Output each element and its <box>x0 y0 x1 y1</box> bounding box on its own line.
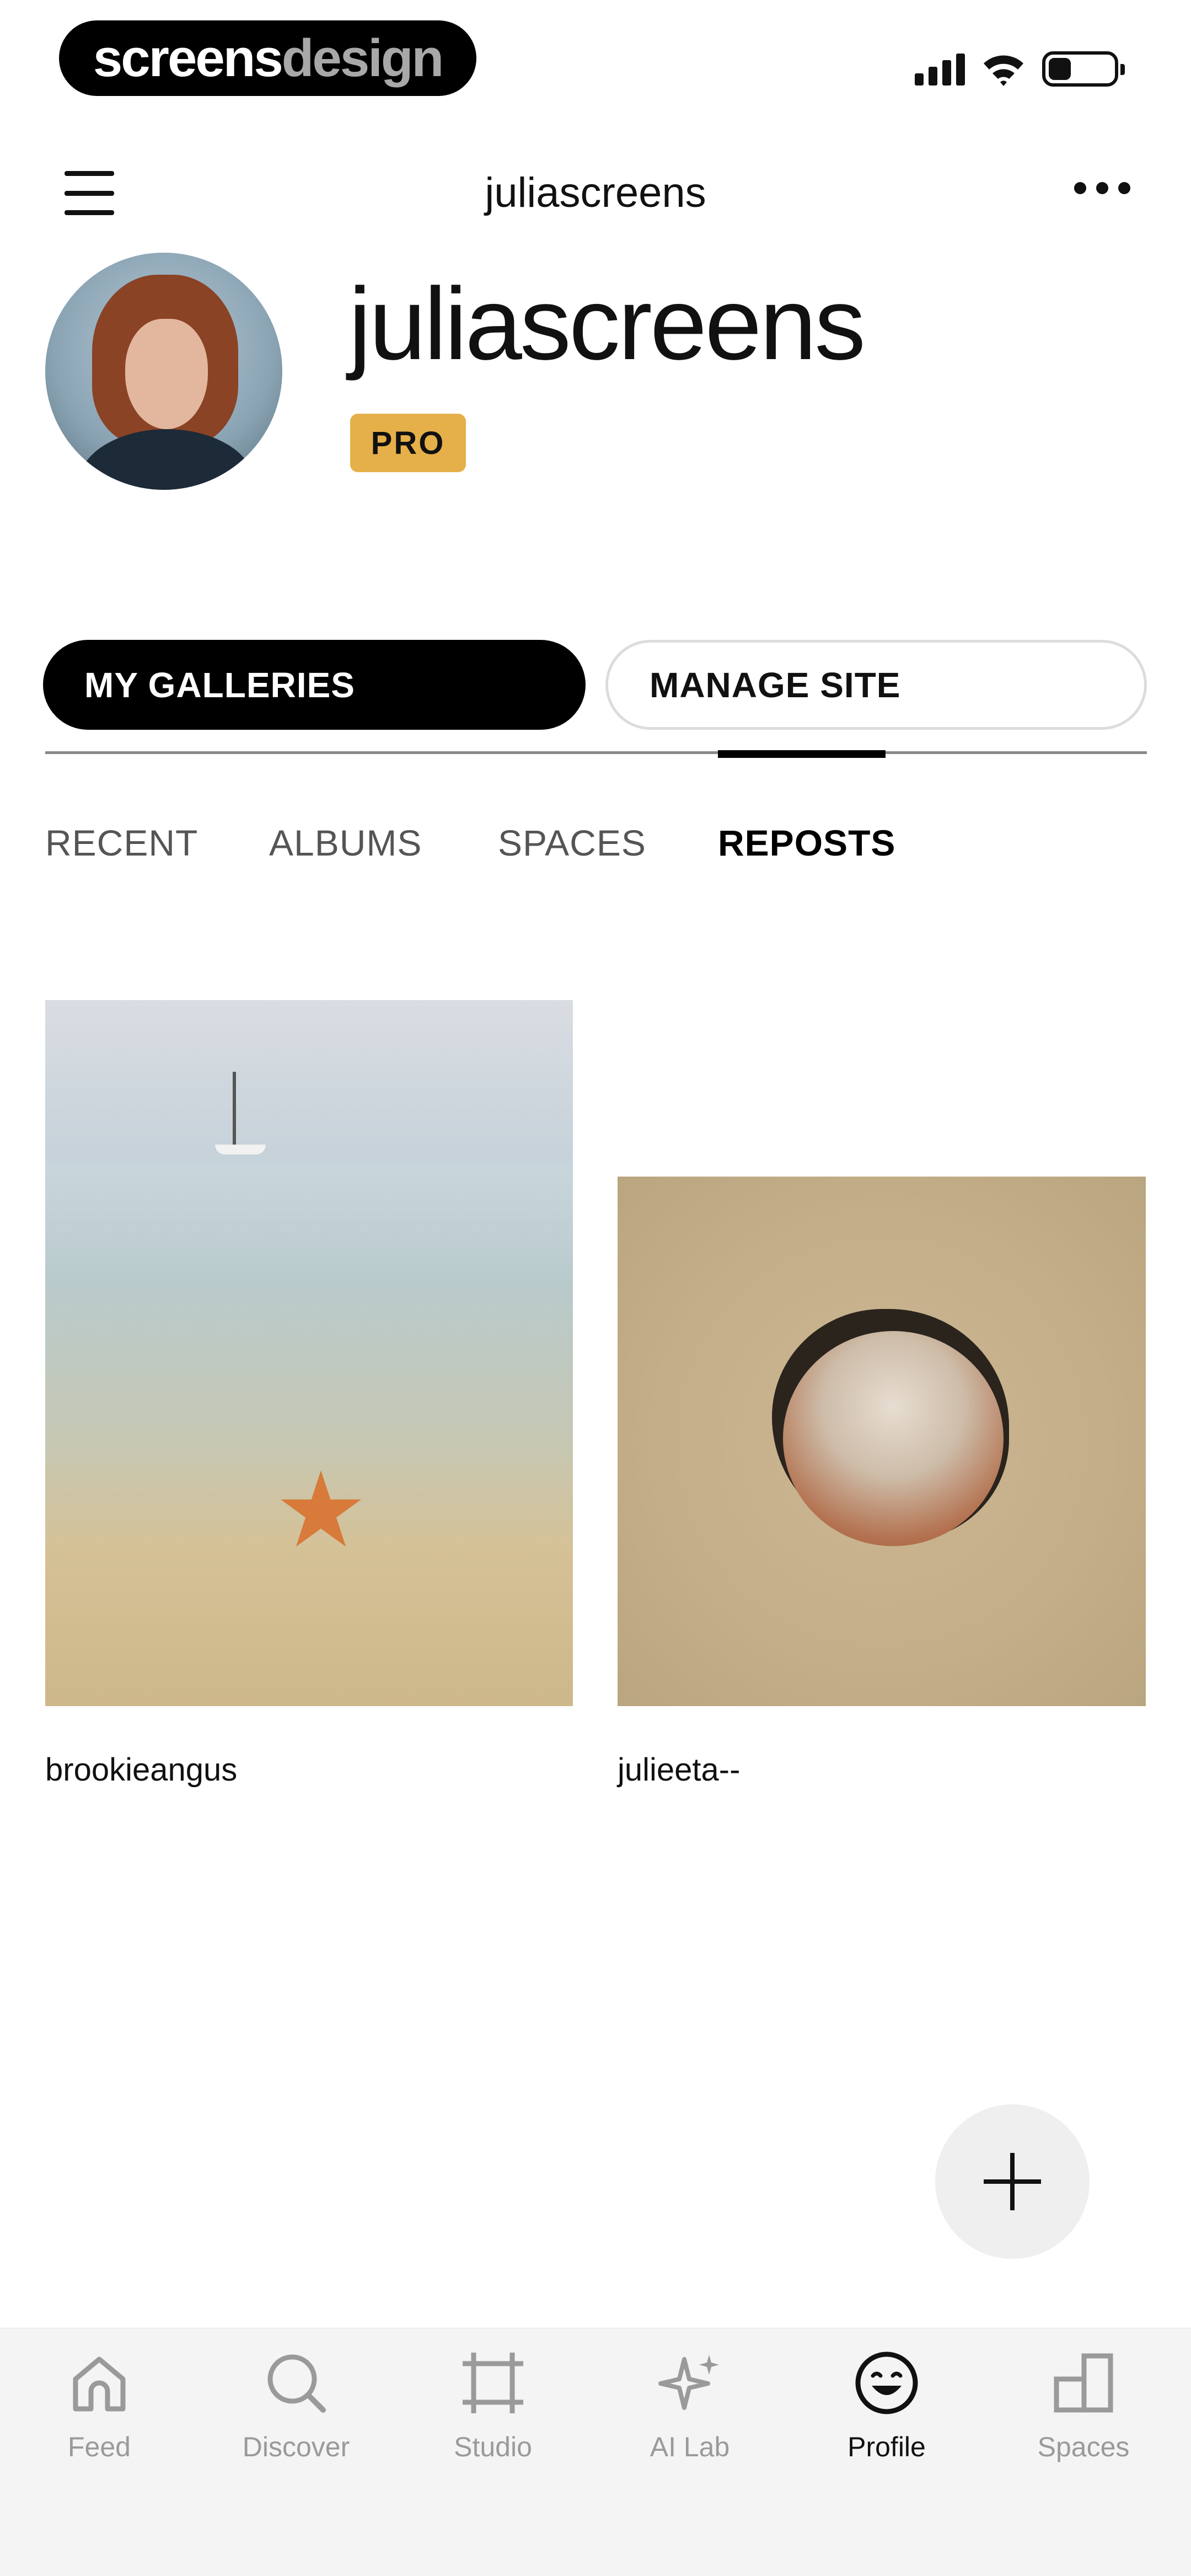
nav-profile[interactable]: Profile <box>804 2347 969 2463</box>
smiley-icon <box>855 2351 918 2414</box>
wifi-icon <box>984 55 1023 86</box>
photo-author-2[interactable]: julieeta-- <box>618 1751 740 1788</box>
photo-author-1[interactable]: brookieangus <box>45 1751 237 1788</box>
add-button[interactable] <box>935 2104 1090 2259</box>
logo-text-secondary: design <box>281 28 444 88</box>
tab-recent[interactable]: RECENT <box>45 822 198 864</box>
status-icons <box>915 44 1125 94</box>
nav-studio[interactable]: Studio <box>410 2347 576 2463</box>
more-options-icon[interactable] <box>1074 182 1130 194</box>
pro-badge: PRO <box>350 414 466 472</box>
tab-reposts[interactable]: REPOSTS <box>718 822 895 864</box>
repost-photo-jellyfish[interactable] <box>618 1177 1146 1706</box>
nav-discover-label: Discover <box>242 2431 350 2462</box>
profile-name: juliascreens <box>348 267 866 381</box>
profile-screen: screens design juliascreens juliascreens … <box>0 0 1191 2576</box>
nav-discover[interactable]: Discover <box>213 2347 379 2463</box>
manage-site-button[interactable]: MANAGE SITE <box>605 640 1147 730</box>
screensdesign-logo: screens design <box>59 20 476 96</box>
repost-photo-starfish[interactable]: ★ <box>45 1000 573 1706</box>
signal-icon <box>915 52 965 85</box>
tabs-divider <box>45 751 1147 754</box>
nav-feed[interactable]: Feed <box>17 2347 182 2463</box>
my-galleries-button[interactable]: MY GALLERIES <box>43 640 586 730</box>
tab-albums[interactable]: ALBUMS <box>269 822 422 864</box>
search-icon <box>267 2354 326 2413</box>
nav-spaces-label: Spaces <box>1037 2431 1130 2462</box>
plus-icon <box>984 2153 1041 2210</box>
nav-title: juliascreens <box>485 169 706 216</box>
battery-icon <box>1042 51 1125 87</box>
nav-ai-lab-label: AI Lab <box>650 2431 730 2462</box>
logo-text-primary: screens <box>93 28 283 88</box>
nav-spaces[interactable]: Spaces <box>1001 2347 1166 2463</box>
home-icon <box>73 2356 126 2412</box>
nav-feed-label: Feed <box>68 2431 131 2462</box>
spaces-icon <box>1054 2353 1113 2413</box>
avatar[interactable] <box>45 253 282 490</box>
active-tab-indicator <box>718 750 886 758</box>
sparkle-icon <box>658 2355 719 2410</box>
crop-icon <box>463 2353 523 2413</box>
nav-ai-lab[interactable]: AI Lab <box>607 2347 772 2463</box>
tab-spaces[interactable]: SPACES <box>498 822 646 864</box>
nav-profile-label: Profile <box>847 2431 926 2462</box>
nav-studio-label: Studio <box>454 2431 532 2462</box>
